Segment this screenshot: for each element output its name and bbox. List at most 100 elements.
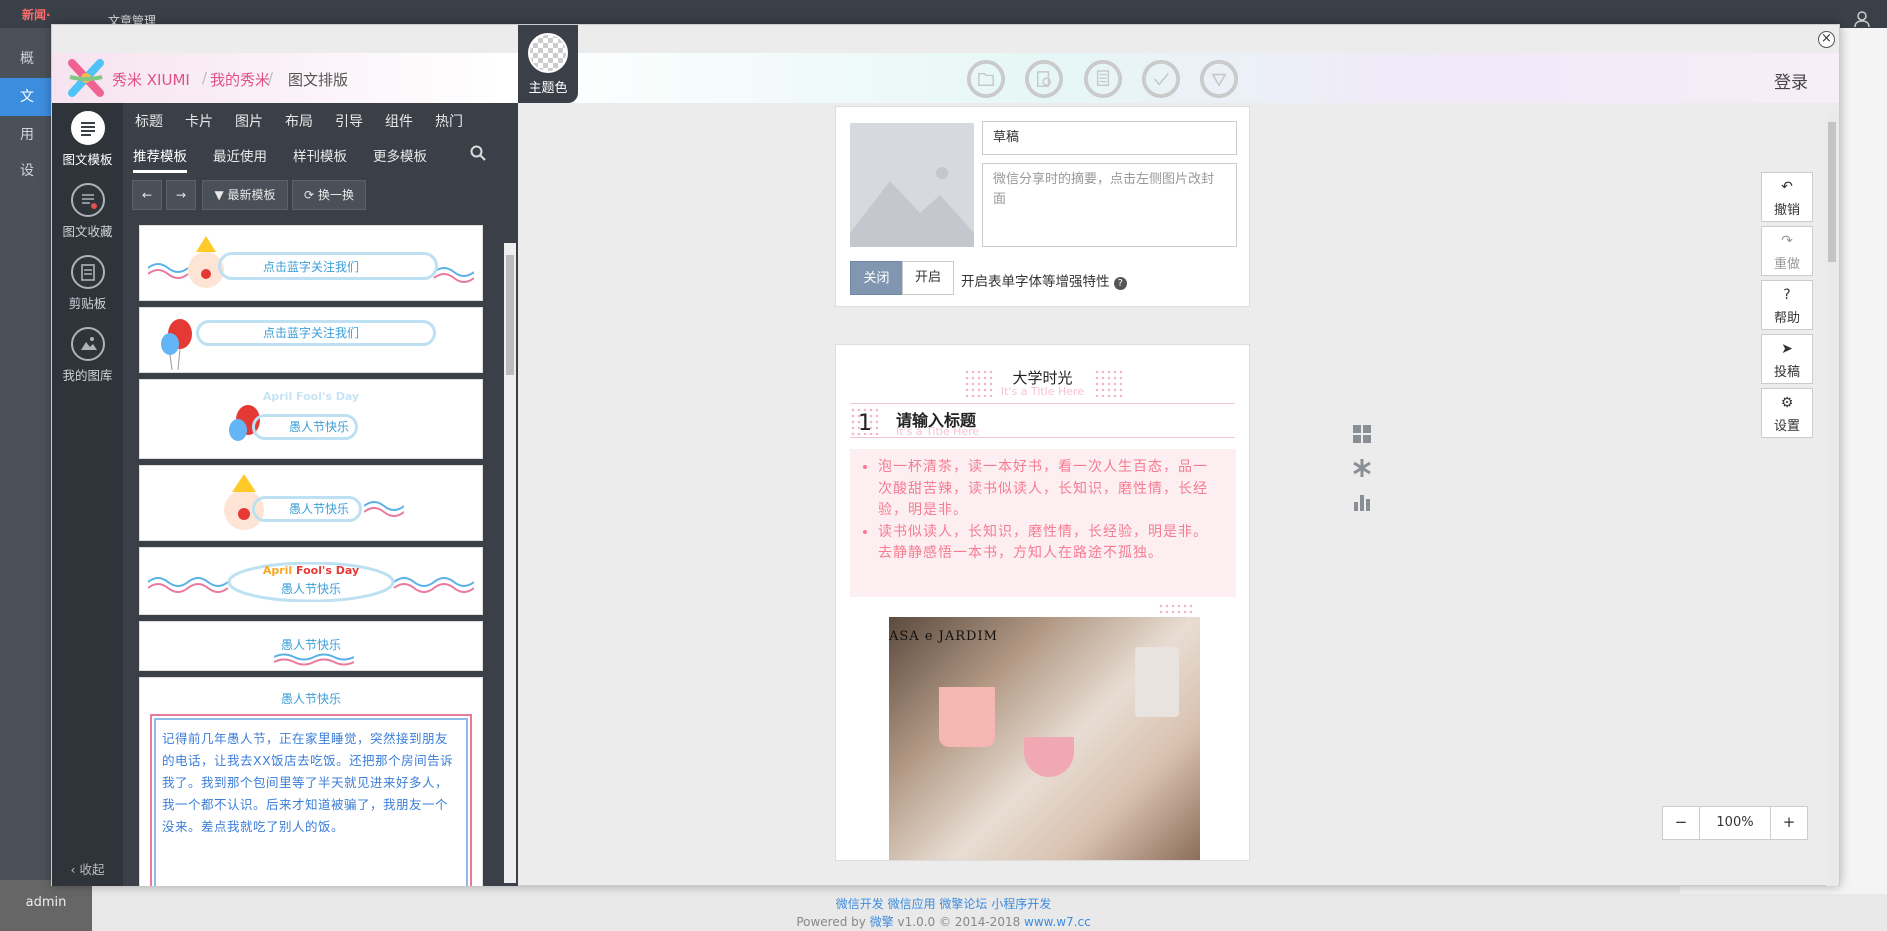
bar-chart-icon[interactable] — [1352, 492, 1372, 512]
filter-icon: ▼ — [214, 188, 224, 202]
template-card[interactable]: 点击蓝字关注我们 — [139, 307, 483, 373]
tab-layout[interactable]: 布局 — [285, 111, 313, 131]
tab-component[interactable]: 组件 — [385, 111, 413, 131]
template-card[interactable]: 愚人节快乐 — [139, 621, 483, 671]
section-subtitle: It's a Title Here — [1000, 385, 1085, 398]
undo-button[interactable]: ↶ 撤销 — [1761, 172, 1813, 222]
user-icon[interactable] — [1853, 10, 1871, 28]
divider — [850, 437, 1235, 438]
toggle-on-button[interactable]: 开启 — [902, 261, 954, 295]
favorite-icon — [70, 183, 105, 217]
photo-caption-text: ASA e JARDIM — [889, 629, 998, 644]
grid-icon[interactable] — [1352, 424, 1372, 444]
divider — [850, 403, 1235, 404]
theme-label: 主题色 — [528, 81, 568, 96]
filter-label: 最新模板 — [227, 188, 276, 202]
footer-powered-brand[interactable]: 微擎 — [870, 915, 894, 929]
title-input[interactable]: 草稿 — [982, 121, 1237, 155]
bullet-content-box[interactable]: 泡一杯清茶，读一本好书，看一次人生百态，品一次酸甜苦辣，读书似读人，长知识，磨性… — [850, 449, 1236, 597]
help-icon[interactable]: ? — [1113, 277, 1127, 290]
collapse-button[interactable]: ‹ 收起 — [52, 859, 123, 878]
asterisk-icon[interactable] — [1352, 458, 1372, 478]
template-card[interactable]: 点击蓝字关注我们 — [139, 225, 483, 301]
canvas-scrollbar[interactable] — [1826, 110, 1838, 886]
dropdown-icon[interactable] — [1200, 60, 1238, 98]
rail-item-favorite[interactable]: 图文收藏 — [52, 183, 123, 240]
template-panel: 图文模板 图文收藏 剪贴板 我的图库 ‹ 收起 标题 卡片 图片 布局 引导 组… — [52, 103, 518, 886]
folder-icon[interactable] — [967, 60, 1005, 98]
prev-icon[interactable]: ← — [132, 180, 162, 210]
search-icon[interactable] — [470, 145, 486, 161]
next-icon[interactable]: → — [166, 180, 196, 210]
subtab-sample[interactable]: 样刊模板 — [293, 141, 347, 173]
login-button[interactable]: 登录 — [1774, 68, 1808, 93]
template-sublabel: April Fool's Day — [262, 390, 360, 403]
refresh-label: 换一换 — [317, 188, 354, 202]
cover-image-placeholder[interactable] — [850, 123, 974, 247]
template-sublabel: April Fool's Day — [262, 564, 360, 577]
preview-icon[interactable] — [1025, 60, 1063, 98]
help-button[interactable]: ? 帮助 — [1761, 280, 1813, 330]
footer-link[interactable]: 微信开发 — [836, 897, 884, 911]
theme-color-button[interactable]: 主题色 — [518, 25, 578, 103]
list-item: 泡一杯清茶，读一本好书，看一次人生百态，品一次酸甜苦辣，读书似读人，长知识，磨性… — [878, 457, 1222, 522]
footer-link[interactable]: 微信应用 — [888, 897, 936, 911]
redo-button[interactable]: ↷ 重做 — [1761, 226, 1813, 276]
tab-card[interactable]: 卡片 — [185, 111, 213, 131]
template-label: 愚人节快乐 — [288, 420, 349, 434]
admin-sidebar-item-active[interactable]: 文 — [0, 78, 52, 116]
template-scrollbar[interactable] — [504, 243, 516, 883]
template-label: 点击蓝字关注我们 — [262, 260, 359, 274]
breadcrumb-my-xiumi[interactable]: 我的秀米 — [210, 69, 270, 90]
subtab-more[interactable]: 更多模板 — [373, 141, 427, 173]
tab-image[interactable]: 图片 — [235, 111, 263, 131]
theme-swatch-icon — [528, 33, 568, 73]
refresh-button[interactable]: ⟳ 换一换 — [292, 180, 366, 210]
breadcrumb-home[interactable]: 秀米 XIUMI — [112, 69, 190, 90]
xiumi-logo-icon[interactable] — [66, 59, 106, 97]
template-label: 愚人节快乐 — [280, 692, 341, 706]
template-subtabs: 推荐模板 最近使用 样刊模板 更多模板 — [123, 141, 518, 173]
template-card[interactable]: 愚人节快乐 记得前几年愚人节，正在家里睡觉，突然接到朋友的电话，让我去XX饭店去… — [139, 677, 483, 886]
admin-sidebar-item[interactable]: 概 — [0, 40, 52, 78]
gear-icon: ⚙ — [1780, 395, 1794, 411]
tab-guide[interactable]: 引导 — [335, 111, 363, 131]
filter-latest-button[interactable]: ▼ 最新模板 — [202, 180, 288, 210]
rail-item-gallery[interactable]: 我的图库 — [52, 327, 123, 384]
toggle-off-button[interactable]: 关闭 — [850, 261, 903, 295]
admin-sidebar-item[interactable]: 设 — [0, 152, 52, 190]
subtab-recommended[interactable]: 推荐模板 — [133, 141, 187, 173]
zoom-out-icon[interactable]: − — [1662, 806, 1700, 840]
template-icon — [70, 111, 105, 145]
template-label: 愚人节快乐 — [280, 582, 341, 596]
photo-jar — [1135, 647, 1179, 717]
copy-icon[interactable] — [1084, 60, 1122, 98]
rail-item-label: 图文模板 — [62, 152, 113, 167]
template-card[interactable]: April Fool's Day 愚人节快乐 — [139, 547, 483, 615]
close-icon[interactable]: × — [1818, 31, 1835, 48]
template-body-text: 记得前几年愚人节，正在家里睡觉，突然接到朋友的电话，让我去XX饭店去吃饭。还把那… — [150, 714, 472, 886]
rail-item-template[interactable]: 图文模板 — [52, 111, 123, 168]
summary-input[interactable]: 微信分享时的摘要，点击左侧图片改封面 — [982, 163, 1237, 247]
settings-button[interactable]: ⚙ 设置 — [1761, 388, 1813, 438]
refresh-icon: ⟳ — [304, 188, 315, 202]
template-card[interactable]: 愚人节快乐 — [139, 465, 483, 541]
rail-item-clipboard[interactable]: 剪贴板 — [52, 255, 123, 312]
article-photo[interactable]: ASA e JARDIM — [889, 617, 1200, 860]
zoom-in-icon[interactable]: + — [1770, 806, 1808, 840]
footer-link[interactable]: 小程序开发 — [991, 897, 1051, 911]
admin-sidebar-item[interactable]: 用 — [0, 116, 52, 154]
check-icon[interactable] — [1142, 60, 1180, 98]
tab-title[interactable]: 标题 — [135, 111, 163, 131]
wave-icon — [364, 501, 404, 517]
footer-link[interactable]: 微擎论坛 — [939, 897, 987, 911]
footer-powered-site[interactable]: www.w7.cc — [1024, 915, 1091, 929]
editor-header: 秀米 XIUMI / 我的秀米 / 图文排版 登录 — [52, 53, 1839, 103]
subtab-recent[interactable]: 最近使用 — [213, 141, 267, 173]
tab-hot[interactable]: 热门 — [435, 111, 463, 131]
submit-button[interactable]: ➤ 投稿 — [1761, 334, 1813, 384]
template-card[interactable]: April Fool's Day 愚人节快乐 — [139, 379, 483, 459]
heading-number: 1 — [858, 411, 872, 436]
wave-icon — [274, 653, 354, 666]
panel-rail: 图文模板 图文收藏 剪贴板 我的图库 ‹ 收起 — [52, 103, 123, 886]
